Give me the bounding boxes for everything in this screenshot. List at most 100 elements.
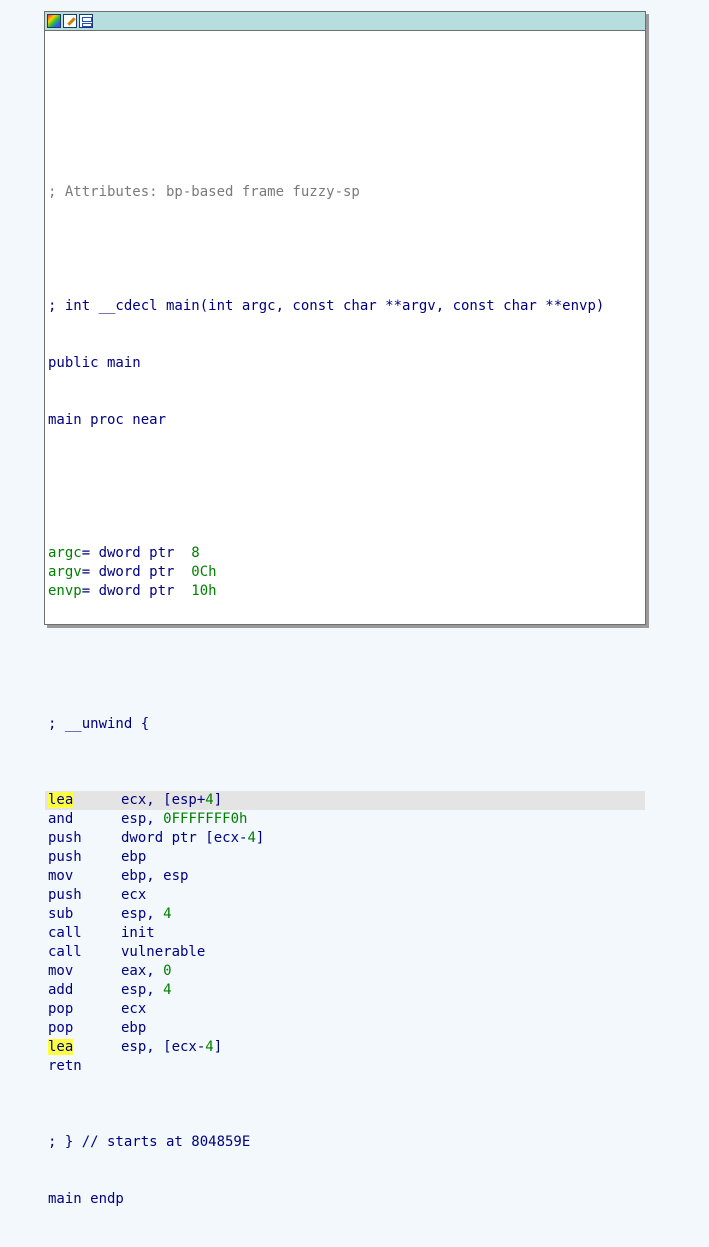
mnemonic-text: add bbox=[48, 982, 74, 998]
mnemonic-text: and bbox=[48, 811, 74, 827]
operand-number: 4 bbox=[205, 1039, 214, 1055]
instruction-mnemonic[interactable]: pop bbox=[48, 1019, 121, 1038]
instruction-line[interactable]: lea ecx, [esp+4] bbox=[45, 791, 645, 810]
mnemonic-text: pop bbox=[48, 1001, 74, 1017]
stack-var-offset: 10h bbox=[191, 583, 217, 599]
node-titlebar bbox=[45, 12, 645, 31]
end-unwind-comment[interactable]: ; } // starts at 804859E bbox=[45, 1133, 645, 1152]
operand-number: 4 bbox=[163, 982, 172, 998]
disassembly-listing: ; Attributes: bp-based frame fuzzy-sp ; … bbox=[45, 31, 645, 1247]
instruction-line[interactable]: sub esp, 4 bbox=[45, 905, 645, 924]
mnemonic-text: sub bbox=[48, 906, 74, 922]
instruction-mnemonic[interactable]: retn bbox=[48, 1057, 121, 1076]
instruction-line[interactable]: call vulnerable bbox=[45, 943, 645, 962]
instruction-mnemonic[interactable]: push bbox=[48, 886, 121, 905]
stack-var-offset: 8 bbox=[191, 545, 200, 561]
instruction-mnemonic[interactable]: add bbox=[48, 981, 121, 1000]
stack-var-decl: = dword ptr bbox=[81, 583, 192, 599]
mnemonic-text: push bbox=[48, 887, 82, 903]
instruction-mnemonic[interactable]: push bbox=[48, 848, 121, 867]
instruction-line[interactable]: push dword ptr [ecx-4] bbox=[45, 829, 645, 848]
mnemonic-text: lea bbox=[48, 1039, 74, 1055]
instruction-mnemonic[interactable]: lea bbox=[48, 1038, 121, 1057]
mnemonic-text: lea bbox=[48, 792, 74, 808]
edit-pencil-icon[interactable] bbox=[63, 14, 77, 28]
instruction-mnemonic[interactable]: pop bbox=[48, 1000, 121, 1019]
instruction-operand[interactable]: ecx, [esp+ bbox=[121, 792, 205, 808]
stack-var-line[interactable]: envp= dword ptr 10h bbox=[45, 582, 645, 601]
operand-number: 4 bbox=[163, 906, 172, 922]
instruction-line[interactable]: push ecx bbox=[45, 886, 645, 905]
instruction-mnemonic[interactable]: push bbox=[48, 829, 121, 848]
instruction-operand-tail: ] bbox=[255, 830, 265, 846]
instruction-line[interactable]: pop ecx bbox=[45, 1000, 645, 1019]
instruction-line[interactable]: mov eax, 0 bbox=[45, 962, 645, 981]
instruction-operand[interactable]: init bbox=[121, 925, 155, 941]
mnemonic-text: push bbox=[48, 849, 82, 865]
instruction-operand-tail: ] bbox=[213, 792, 223, 808]
mnemonic-text: mov bbox=[48, 963, 74, 979]
stack-var-offset: 0Ch bbox=[191, 564, 217, 580]
operand-number: 0 bbox=[163, 963, 172, 979]
instruction-operand[interactable]: ecx bbox=[121, 887, 146, 903]
instruction-operand[interactable]: vulnerable bbox=[121, 944, 205, 960]
instruction-mnemonic[interactable]: mov bbox=[48, 867, 121, 886]
instruction-operand[interactable]: ebp bbox=[121, 1020, 146, 1036]
instruction-line[interactable]: retn bbox=[45, 1057, 645, 1076]
instruction-operand[interactable]: esp, bbox=[121, 906, 163, 922]
signature-comment[interactable]: ; int __cdecl main(int argc, const char … bbox=[45, 297, 645, 316]
instruction-mnemonic[interactable]: mov bbox=[48, 962, 121, 981]
instruction-line[interactable]: add esp, 4 bbox=[45, 981, 645, 1000]
operand-number: 4 bbox=[247, 830, 256, 846]
mnemonic-text: push bbox=[48, 830, 82, 846]
instruction-operand[interactable]: esp, [ecx- bbox=[121, 1039, 205, 1055]
instruction-line[interactable]: pop ebp bbox=[45, 1019, 645, 1038]
stack-var-decl: = dword ptr bbox=[81, 545, 192, 561]
instruction-mnemonic[interactable]: call bbox=[48, 943, 121, 962]
public-declaration[interactable]: public main bbox=[45, 354, 645, 373]
mnemonic-text: call bbox=[48, 925, 82, 941]
instruction-mnemonic[interactable]: sub bbox=[48, 905, 121, 924]
operand-number: 4 bbox=[205, 792, 214, 808]
instruction-operand-tail: ] bbox=[213, 1039, 223, 1055]
operand-number: 0FFFFFFF0h bbox=[163, 811, 248, 827]
instruction-mnemonic[interactable]: lea bbox=[48, 791, 121, 810]
graph-overview-icon[interactable] bbox=[79, 14, 93, 28]
instruction-line[interactable]: call init bbox=[45, 924, 645, 943]
instruction-line[interactable]: and esp, 0FFFFFFF0h bbox=[45, 810, 645, 829]
instruction-mnemonic[interactable]: and bbox=[48, 810, 121, 829]
instruction-operand[interactable]: ebp bbox=[121, 849, 146, 865]
instruction-list: lea ecx, [esp+4] and esp, 0FFFFFFF0h push dwo… bbox=[45, 791, 645, 1076]
stack-var-name[interactable]: argc bbox=[48, 545, 82, 561]
instruction-operand[interactable]: ecx bbox=[121, 1001, 146, 1017]
function-graph-node[interactable]: ; Attributes: bp-based frame fuzzy-sp ; … bbox=[44, 11, 646, 1207]
mnemonic-text: retn bbox=[48, 1058, 82, 1074]
mnemonic-text: mov bbox=[48, 868, 74, 884]
instruction-line[interactable]: push ebp bbox=[45, 848, 645, 867]
unwind-comment[interactable]: ; __unwind { bbox=[45, 715, 645, 734]
instruction-operand[interactable]: dword ptr [ecx- bbox=[121, 830, 247, 846]
endp-declaration[interactable]: main endp bbox=[45, 1190, 645, 1209]
stack-var-line[interactable]: argv= dword ptr 0Ch bbox=[45, 563, 645, 582]
stack-var-line[interactable]: argc= dword ptr 8 bbox=[45, 544, 645, 563]
instruction-line[interactable]: lea esp, [ecx-4] bbox=[45, 1038, 645, 1057]
instruction-line[interactable]: mov ebp, esp bbox=[45, 867, 645, 886]
mnemonic-text: pop bbox=[48, 1020, 74, 1036]
attributes-comment: ; Attributes: bp-based frame fuzzy-sp bbox=[48, 184, 360, 200]
instruction-mnemonic[interactable]: call bbox=[48, 924, 121, 943]
proc-declaration[interactable]: main proc near bbox=[45, 411, 645, 430]
stack-var-name[interactable]: argv bbox=[48, 564, 82, 580]
color-palette-icon[interactable] bbox=[47, 14, 61, 28]
stack-vars: argc= dword ptr 8 argv= dword ptr 0Ch envp… bbox=[45, 544, 645, 601]
instruction-operand[interactable]: eax, bbox=[121, 963, 163, 979]
instruction-operand[interactable]: ebp, esp bbox=[121, 868, 188, 884]
instruction-operand[interactable]: esp, bbox=[121, 982, 163, 998]
stack-var-decl: = dword ptr bbox=[81, 564, 192, 580]
stack-var-name[interactable]: envp bbox=[48, 583, 82, 599]
instruction-operand[interactable]: esp, bbox=[121, 811, 163, 827]
